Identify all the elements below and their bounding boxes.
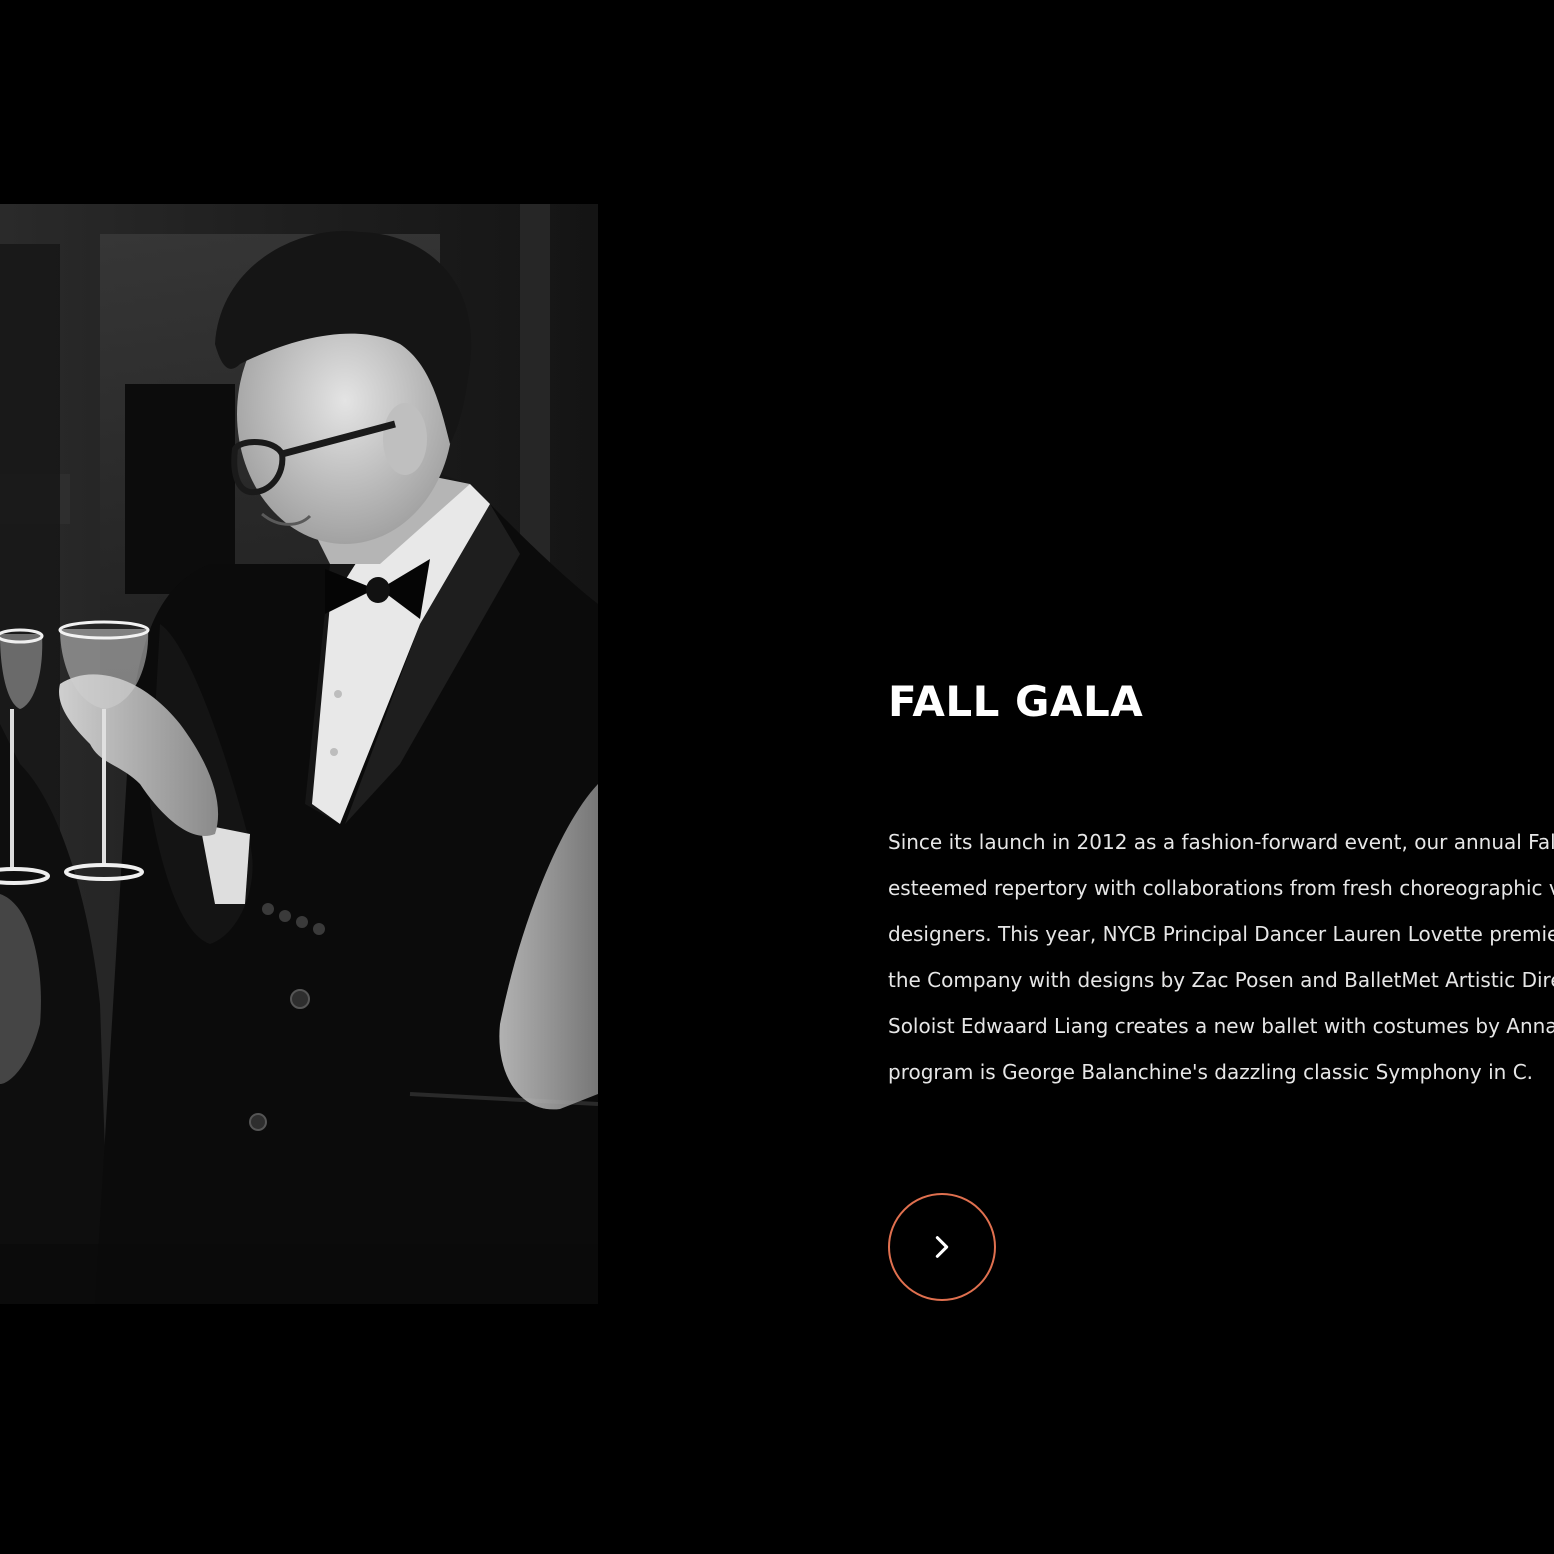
event-description: Since its launch in 2012 as a fashion-fo…: [888, 819, 1554, 1095]
event-content: FALL GALA Since its launch in 2012 as a …: [888, 0, 1554, 1554]
description-line: designers. This year, NYCB Principal Dan…: [888, 922, 1554, 946]
next-button[interactable]: [888, 1193, 996, 1301]
description-line: program is George Balanchine's dazzling …: [888, 1060, 1534, 1084]
event-photo: [0, 204, 598, 1304]
description-line: Soloist Edwaard Liang creates a new ball…: [888, 1014, 1554, 1038]
chevron-right-icon: [935, 1236, 949, 1258]
description-line: Since its launch in 2012 as a fashion-fo…: [888, 830, 1554, 854]
description-line: the Company with designs by Zac Posen an…: [888, 968, 1554, 992]
event-title: FALL GALA: [888, 677, 1144, 726]
photo-illustration: [0, 204, 598, 1304]
description-line: esteemed repertory with collaborations f…: [888, 876, 1554, 900]
page: FALL GALA Since its launch in 2012 as a …: [0, 0, 1554, 1554]
